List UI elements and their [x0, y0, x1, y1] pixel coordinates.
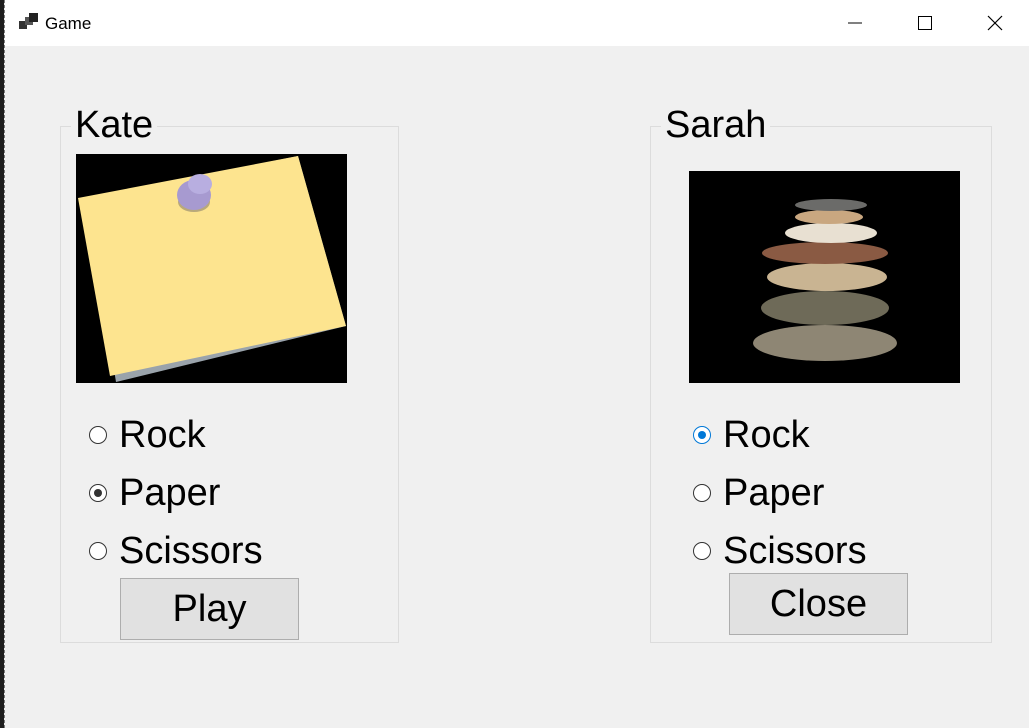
player-image-sarah: [689, 171, 960, 383]
player-group-kate: Kate Rock Paper Scissors Play: [60, 103, 399, 643]
option-label: Paper: [119, 472, 221, 514]
maximize-button[interactable]: [890, 0, 960, 46]
radio-scissors-kate[interactable]: [89, 542, 107, 560]
radio-paper-kate[interactable]: [89, 484, 107, 502]
radio-rock-kate[interactable]: [89, 426, 107, 444]
app-windows-icon: [19, 13, 38, 29]
option-paper-kate[interactable]: Paper: [89, 470, 220, 516]
title-bar[interactable]: Game: [5, 0, 1029, 46]
option-rock-sarah[interactable]: Rock: [693, 412, 810, 458]
player-image-kate: [76, 154, 347, 383]
player-name-kate: Kate: [71, 103, 158, 147]
option-label: Rock: [723, 414, 810, 456]
option-scissors-kate[interactable]: Scissors: [89, 528, 263, 574]
maximize-icon: [918, 16, 932, 30]
player-name-sarah: Sarah: [661, 103, 771, 147]
player-group-sarah: Sarah Rock Paper Scissors Close: [650, 103, 992, 643]
radio-paper-sarah[interactable]: [693, 484, 711, 502]
radio-scissors-sarah[interactable]: [693, 542, 711, 560]
option-label: Paper: [723, 472, 825, 514]
close-button[interactable]: Close: [729, 573, 908, 635]
window-title: Game: [45, 14, 92, 33]
option-label: Scissors: [723, 530, 867, 572]
radio-rock-sarah[interactable]: [693, 426, 711, 444]
minimize-icon: [848, 22, 862, 24]
stacked-stones-icon: [689, 171, 960, 383]
option-label: Rock: [119, 414, 206, 456]
game-window: Game Kate Rock Paper Scissors Play Sarah…: [4, 0, 1029, 728]
option-scissors-sarah[interactable]: Scissors: [693, 528, 867, 574]
option-paper-sarah[interactable]: Paper: [693, 470, 824, 516]
option-rock-kate[interactable]: Rock: [89, 412, 206, 458]
option-label: Scissors: [119, 530, 263, 572]
close-icon: [987, 15, 1003, 31]
sticky-note-icon: [76, 154, 347, 383]
close-window-button[interactable]: [960, 0, 1029, 46]
play-button[interactable]: Play: [120, 578, 299, 640]
minimize-button[interactable]: [820, 0, 890, 46]
